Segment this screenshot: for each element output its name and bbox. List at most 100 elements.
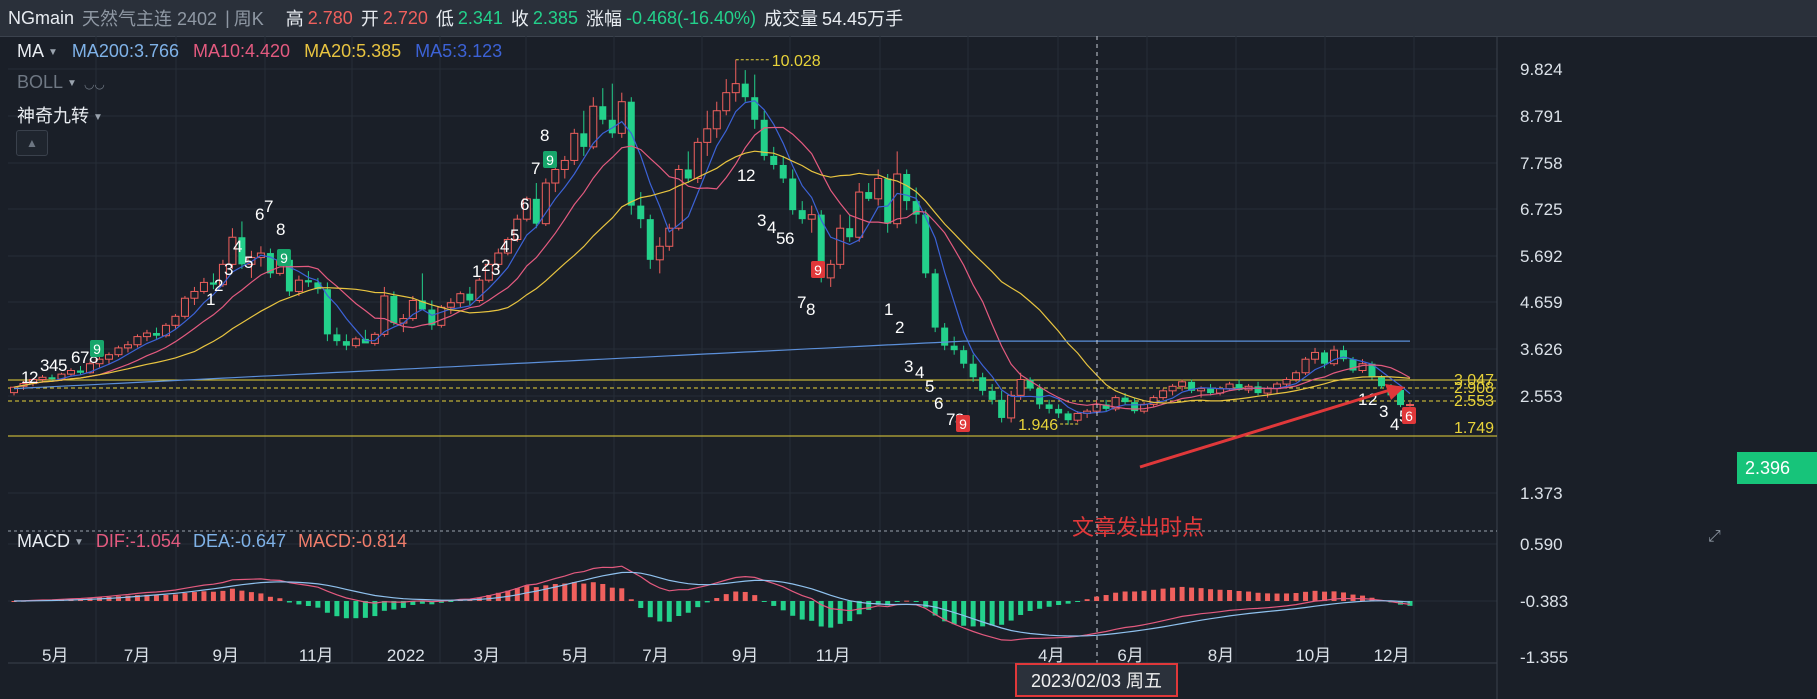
level-label: 1.749	[1454, 420, 1494, 437]
candle-body	[779, 164, 787, 179]
candle-body	[1073, 412, 1082, 421]
candle-body	[836, 227, 845, 265]
nine-count-label: 3	[904, 357, 913, 376]
kline-chart[interactable]: 9.824 8.791 7.758 6.725 5.692 4.659 3.626 2.553…	[0, 36, 1817, 699]
macd-bar	[182, 592, 188, 601]
collapse-legend-button[interactable]: ▲	[16, 130, 48, 156]
candle-body	[703, 128, 712, 143]
macd-bar	[533, 587, 539, 601]
price-axis-label: 4.659	[1520, 293, 1563, 312]
price-axis-label: 3.626	[1520, 340, 1563, 359]
macd-bar	[628, 599, 634, 601]
quote-header: NGmain 天然气主连 2402 | 周K 高 2.780 开 2.720 低…	[0, 0, 1817, 37]
macd-bar	[771, 601, 777, 606]
candle-body	[466, 293, 474, 301]
macd-legend: MACD ▼ DIF:-1.054 DEA:-0.647 MACD:-0.814	[17, 531, 407, 552]
candle-body	[770, 155, 778, 165]
candle-body	[646, 219, 654, 260]
ma200-value: MA200:3.766	[71, 41, 179, 61]
macd-bar	[1265, 593, 1271, 601]
candle-body	[133, 336, 142, 346]
macd-bar	[1208, 589, 1214, 601]
boll-selector[interactable]: BOLL ▼ ◡◡	[17, 72, 105, 93]
time-axis-label: 10月	[1295, 646, 1331, 665]
min-price-label: 1.946	[1018, 417, 1058, 434]
time-axis-label: 11月	[299, 646, 334, 665]
macd-bar	[353, 601, 359, 619]
nine-count-label: 2	[481, 256, 490, 275]
macd-bar	[961, 601, 967, 626]
macd-bar	[239, 590, 245, 601]
macd-selector[interactable]: MACD ▼	[17, 531, 84, 552]
annotation-text: 文章发出时点	[1072, 515, 1205, 540]
macd-bar	[571, 581, 577, 601]
macd-bar	[1132, 591, 1138, 601]
macd-bar	[695, 601, 701, 608]
candle-body	[541, 182, 550, 225]
candle-body	[437, 306, 446, 326]
macd-bar	[619, 588, 625, 601]
macd-bar	[1312, 590, 1318, 601]
macd-bar	[1018, 601, 1024, 615]
candle-body	[123, 344, 132, 349]
nine-count-label: 4	[233, 237, 242, 256]
candle-body	[931, 273, 939, 328]
candle-body	[1225, 383, 1234, 390]
candle-body	[693, 141, 702, 180]
macd-bar	[277, 598, 283, 601]
candle-body	[1406, 404, 1414, 407]
candle-body	[190, 290, 199, 299]
candle-body	[1121, 397, 1129, 403]
candle-body	[798, 210, 806, 220]
macd-bar	[334, 601, 340, 617]
macd-axis-label: 1.373	[1520, 484, 1563, 503]
eye-hidden-icon[interactable]: ◡◡	[84, 77, 105, 91]
close-label: 收	[510, 9, 529, 29]
macd-bar	[1065, 601, 1071, 604]
macd-bar	[742, 591, 748, 601]
candle-body	[1007, 394, 1016, 419]
nine-count-label: 5	[244, 253, 253, 272]
change-label: 涨幅	[585, 9, 622, 29]
macd-bar	[1008, 601, 1014, 621]
macd-bar	[115, 596, 121, 601]
macd-bar	[1227, 589, 1233, 601]
macd-bar	[666, 601, 672, 622]
macd-bar	[704, 601, 710, 603]
symbol-code[interactable]: NGmain	[8, 8, 74, 29]
macd-bar	[581, 583, 587, 601]
macd-bar	[723, 594, 729, 601]
macd-bar	[172, 594, 178, 601]
candle-body	[551, 168, 560, 184]
candle-body	[655, 245, 664, 261]
ma5-value: MA5:3.123	[415, 41, 503, 61]
candle-body	[76, 370, 84, 373]
candle-body	[446, 302, 455, 308]
nine-count-label: 7	[264, 197, 273, 216]
macd-bar	[1246, 591, 1252, 601]
candle-body	[599, 106, 607, 120]
macd-bar	[1274, 593, 1280, 601]
candle-body	[1131, 402, 1139, 412]
macd-bar	[714, 598, 720, 601]
max-price-label: 10.028	[772, 53, 821, 70]
candle-body	[1045, 404, 1053, 409]
price-axis-label: 8.791	[1520, 107, 1563, 126]
nine-count-label: 3	[1379, 402, 1388, 421]
nine-count-label: 2	[746, 166, 755, 185]
magic-nine-selector[interactable]: 神奇九转 ▼	[17, 102, 103, 128]
macd-bar	[296, 601, 302, 605]
macd-bar	[780, 601, 786, 611]
current-price-tag: 2.396	[1737, 452, 1817, 484]
macd-bar	[343, 601, 349, 619]
candle-body	[1178, 381, 1187, 387]
ma-selector[interactable]: MA ▼	[17, 41, 58, 62]
candle-body	[627, 101, 635, 206]
period-label[interactable]: 周K	[234, 5, 264, 31]
macd-bar	[1122, 591, 1128, 601]
macd-dea: DEA:-0.647	[192, 531, 287, 551]
time-axis-label: 7月	[642, 646, 668, 665]
expand-icon[interactable]: ⤢	[1708, 528, 1721, 546]
nine-badge-label: 9	[93, 341, 101, 357]
macd-bar	[799, 601, 805, 620]
